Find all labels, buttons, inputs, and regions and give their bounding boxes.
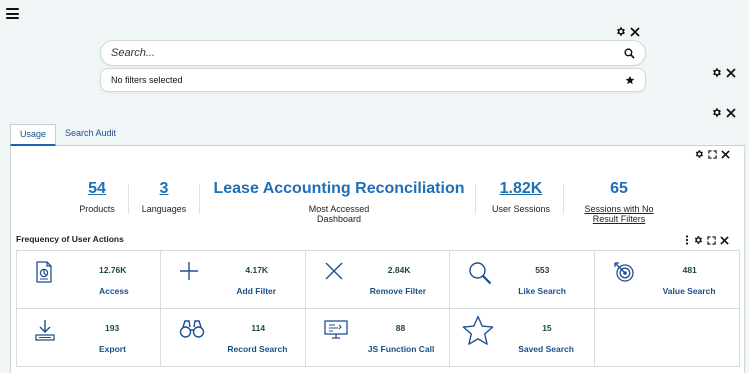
sessions-no-result-label[interactable]: Sessions with No Result Filters [578, 204, 660, 224]
action-label: Remove Filter [369, 286, 427, 296]
action-label: Saved Search [518, 343, 574, 354]
stat-languages: 3 Languages [138, 180, 190, 214]
plus-icon [180, 262, 199, 280]
action-tile-export[interactable]: 193 Export [17, 308, 162, 366]
search-icon[interactable] [624, 47, 635, 59]
action-tile-value-search[interactable]: 481 Value Search [594, 251, 739, 309]
action-value: 2.84K [387, 265, 411, 275]
tab-search-audit[interactable]: Search Audit [56, 124, 125, 146]
filter-summary-bar: No filters selected [100, 68, 646, 92]
star-icon[interactable] [625, 75, 635, 85]
magnifier-icon [469, 262, 492, 285]
action-label: JS Function Call [367, 343, 435, 354]
close-icon[interactable] [630, 26, 640, 37]
gear-icon[interactable] [693, 235, 703, 245]
stat-divider [563, 184, 564, 214]
action-tile-access[interactable]: 12.76K Access [17, 251, 162, 309]
x-icon [325, 262, 343, 280]
action-value: 114 [251, 322, 266, 333]
hamburger-bar [6, 8, 19, 10]
user-sessions-label: User Sessions [491, 204, 551, 214]
action-tile-empty [594, 308, 739, 366]
action-label: Export [99, 343, 126, 354]
action-value: 15 [542, 322, 552, 333]
hamburger-bar [6, 12, 19, 15]
action-label: Like Search [518, 286, 566, 296]
tabs-widget-controls [711, 107, 736, 118]
action-value: 481 [682, 265, 697, 275]
target-icon [613, 262, 634, 282]
close-icon[interactable] [721, 149, 730, 159]
products-count[interactable]: 54 [74, 180, 120, 198]
hamburger-menu-button[interactable] [6, 8, 19, 19]
stat-divider [199, 184, 200, 214]
action-label: Value Search [662, 286, 716, 296]
sessions-no-result-count: 65 [610, 180, 628, 197]
gear-icon[interactable] [615, 26, 626, 37]
action-label: Add Filter [236, 286, 277, 296]
close-icon[interactable] [720, 235, 729, 245]
user-sessions-count[interactable]: 1.82K [485, 180, 557, 198]
stat-divider [475, 184, 476, 214]
action-tile-remove-filter[interactable]: 2.84K Remove Filter [305, 251, 451, 309]
filter-widget-controls [711, 67, 736, 78]
close-icon[interactable] [726, 107, 736, 118]
gear-icon[interactable] [711, 67, 722, 78]
action-label: Record Search [227, 343, 288, 354]
gear-icon[interactable] [694, 149, 704, 159]
action-value: 4.17K [245, 265, 269, 275]
action-label: Access [99, 286, 129, 296]
star-outline-icon [462, 315, 494, 345]
document-chart-icon [36, 261, 52, 283]
search-bar [100, 40, 646, 66]
tab-usage[interactable]: Usage [10, 124, 57, 146]
stat-most-accessed-dashboard: Lease Accounting Reconciliation Most Acc… [208, 180, 470, 224]
gear-icon[interactable] [711, 107, 722, 118]
action-tile-saved-search[interactable]: 15 Saved Search [450, 308, 595, 366]
kebab-menu-icon[interactable] [685, 235, 689, 245]
action-tile-record-search[interactable]: 114 Record Search [161, 308, 306, 366]
panel-controls [694, 149, 730, 159]
stat-sessions-no-result: 65 Sessions with No Result Filters [578, 180, 660, 224]
action-value: 12.76K [99, 265, 127, 275]
stat-divider [128, 184, 129, 214]
expand-icon[interactable] [707, 235, 716, 245]
action-value: 88 [395, 322, 406, 333]
search-input[interactable] [111, 47, 624, 59]
frequency-grid: 12.76K Access 4.17K Add Filter 2.84K Rem… [16, 250, 740, 367]
hamburger-bar [6, 17, 19, 19]
action-value: 193 [105, 322, 120, 333]
languages-count[interactable]: 3 [138, 180, 190, 198]
products-label: Products [79, 204, 115, 214]
action-tile-like-search[interactable]: 553 Like Search [450, 251, 595, 309]
filter-status-text: No filters selected [111, 75, 183, 85]
close-icon[interactable] [726, 67, 736, 78]
search-widget-controls [615, 26, 640, 37]
most-accessed-dashboard-value: Lease Accounting Reconciliation [213, 180, 465, 197]
action-tile-add-filter[interactable]: 4.17K Add Filter [161, 251, 306, 309]
expand-icon[interactable] [708, 149, 717, 159]
stat-products: 54 Products [74, 180, 120, 214]
frequency-section-title: Frequency of User Actions [16, 234, 124, 244]
stat-user-sessions: 1.82K User Sessions [485, 180, 557, 214]
most-accessed-dashboard-label: Most Accessed Dashboard [308, 204, 370, 224]
monitor-code-icon [324, 319, 348, 339]
languages-label: Languages [141, 204, 187, 214]
action-value: 553 [535, 265, 550, 275]
export-tray-icon [35, 319, 55, 341]
frequency-controls [685, 235, 729, 245]
action-tile-js-function-call[interactable]: 88 JS Function Call [305, 308, 451, 366]
binoculars-icon [180, 319, 205, 338]
tab-strip: Usage Search Audit [10, 124, 125, 146]
